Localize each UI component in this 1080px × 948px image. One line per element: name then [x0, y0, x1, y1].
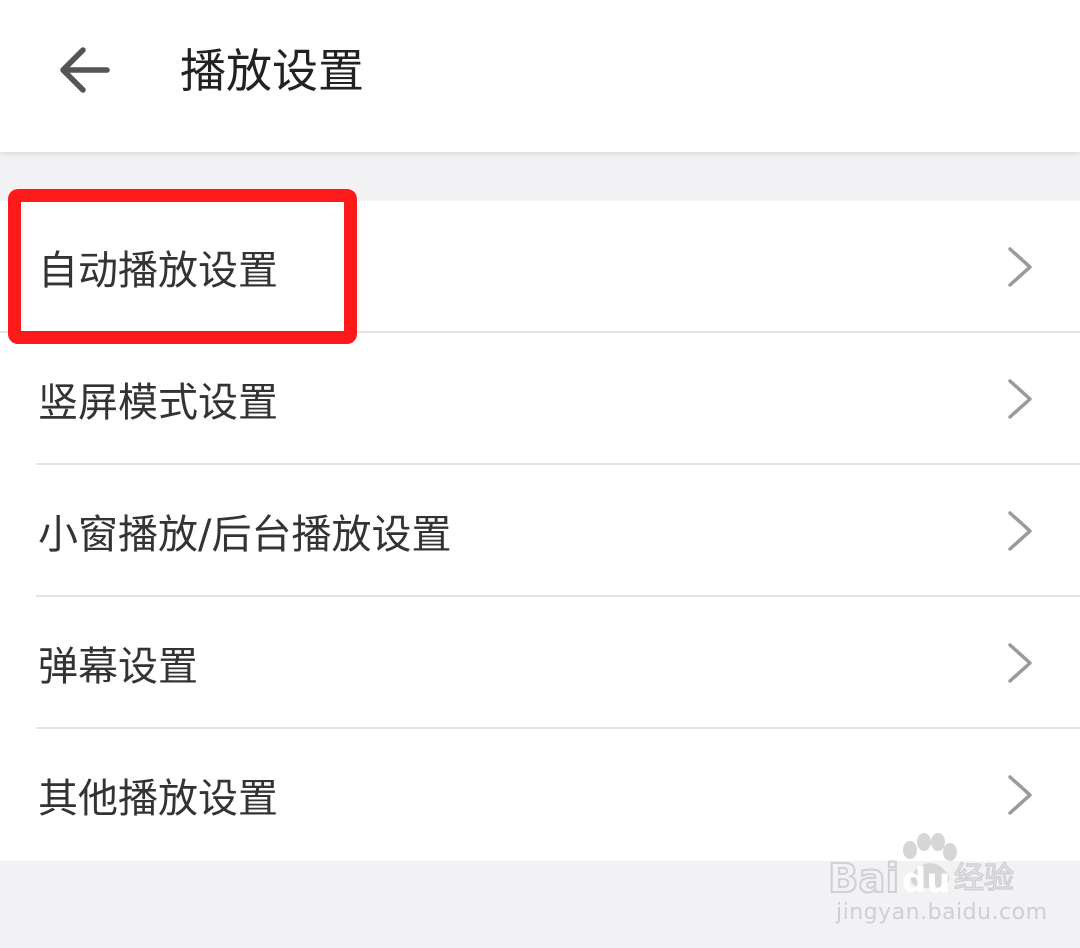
annotation-highlight-box: [8, 189, 357, 344]
svg-text:Bai: Bai: [828, 856, 899, 902]
arrow-left-icon: [60, 47, 110, 93]
chevron-right-icon: [1008, 643, 1032, 683]
list-item-label: 竖屏模式设置: [38, 380, 278, 426]
list-item-portrait-mode[interactable]: 竖屏模式设置: [0, 333, 1080, 465]
list-item-label: 小窗播放/后台播放设置: [38, 512, 452, 558]
list-item-label: 其他播放设置: [38, 776, 278, 822]
chevron-right-icon: [1008, 247, 1032, 287]
chevron-right-icon: [1008, 775, 1032, 815]
back-button[interactable]: [48, 34, 120, 106]
page-title: 播放设置: [180, 44, 364, 98]
svg-text:经验: 经验: [954, 861, 1014, 896]
chevron-right-icon: [1008, 379, 1032, 419]
list-item-pip-background[interactable]: 小窗播放/后台播放设置: [0, 465, 1080, 597]
list-item-danmaku[interactable]: 弹幕设置: [0, 597, 1080, 729]
top-app-bar: 播放设置: [0, 0, 1080, 152]
svg-text:du: du: [902, 861, 951, 901]
watermark-url: jingyan.baidu.com: [836, 900, 1048, 925]
chevron-right-icon: [1008, 511, 1032, 551]
list-item-label: 弹幕设置: [38, 644, 198, 690]
